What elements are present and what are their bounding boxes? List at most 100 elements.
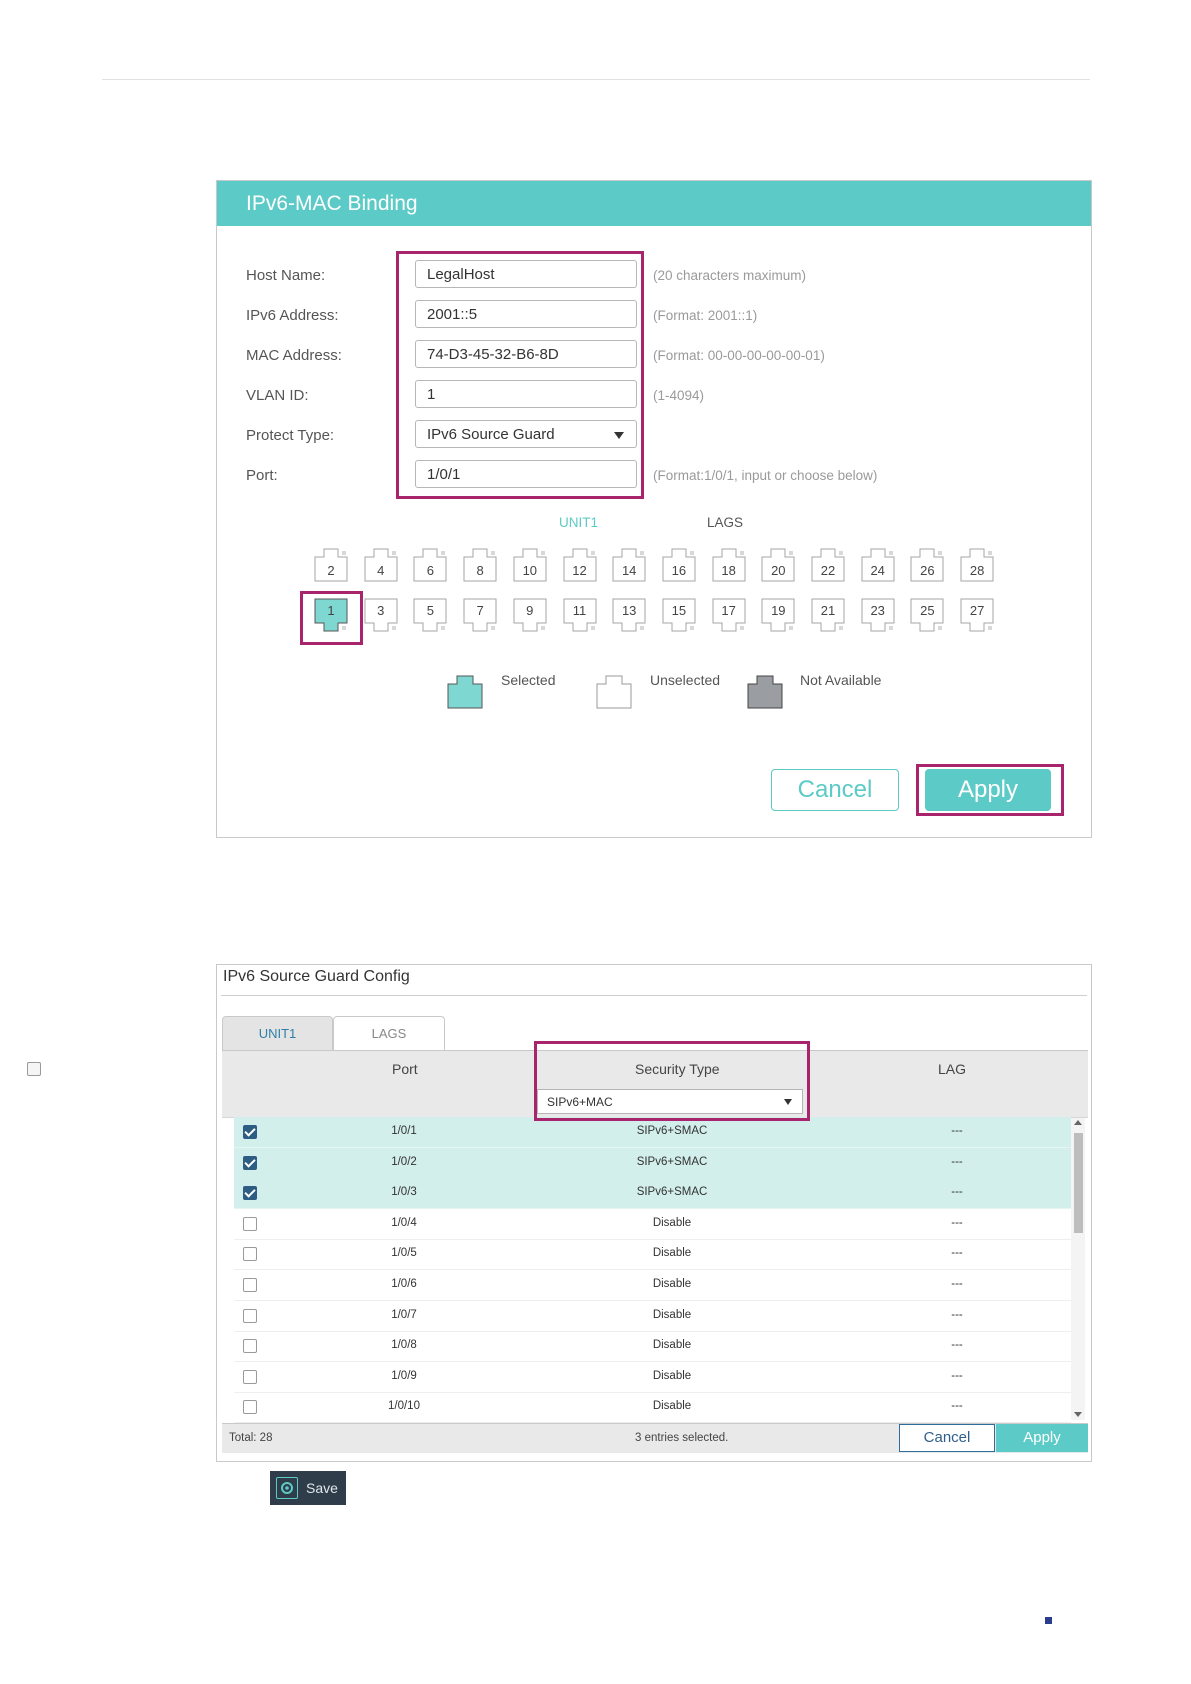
table-scrollbar[interactable] [1071, 1118, 1085, 1420]
cell-lag: --- [951, 1308, 963, 1321]
cell-port: 1/0/8 [391, 1339, 417, 1352]
tab-lags[interactable]: LAGS [707, 515, 743, 530]
unselected-port-icon [596, 675, 632, 709]
port-number: 17 [721, 603, 736, 618]
port-11[interactable]: 11 [563, 598, 597, 632]
table-row[interactable]: 1/0/2 SIPv6+SMAC --- [234, 1147, 1071, 1179]
vlan-id-hint: (1-4094) [653, 388, 705, 403]
port-14[interactable]: 14 [612, 548, 646, 582]
table-cancel-button[interactable]: Cancel [899, 1424, 995, 1452]
row-checkbox[interactable] [243, 1400, 257, 1415]
table-row[interactable]: 1/0/5 Disable --- [234, 1239, 1071, 1271]
table-row[interactable]: 1/0/6 Disable --- [234, 1270, 1071, 1301]
table-row[interactable]: 1/0/8 Disable --- [234, 1331, 1071, 1363]
row-checkbox[interactable] [243, 1278, 257, 1292]
cell-security: SIPv6+SMAC [636, 1186, 708, 1199]
tab-lags[interactable]: LAGS [333, 1016, 445, 1050]
port-row: Port: 1/0/1 (Format:1/0/1, input or choo… [217, 460, 1091, 492]
port-2[interactable]: 2 [314, 548, 348, 582]
cancel-button[interactable]: Cancel [771, 769, 899, 811]
cell-security: Disable [652, 1247, 692, 1260]
port-21[interactable]: 21 [811, 598, 845, 632]
row-checkbox[interactable] [243, 1247, 257, 1262]
port-1[interactable]: 1 [314, 598, 348, 632]
port-25[interactable]: 25 [910, 598, 944, 632]
port-number: 6 [426, 563, 434, 578]
cell-port: 1/0/7 [391, 1308, 417, 1321]
cell-lag: --- [951, 1400, 963, 1413]
port-number: 16 [671, 563, 687, 578]
port-26[interactable]: 26 [910, 548, 944, 582]
port-15[interactable]: 15 [662, 598, 696, 632]
port-number: 18 [721, 563, 736, 578]
port-3[interactable]: 3 [364, 598, 398, 632]
row-checkbox[interactable] [243, 1339, 257, 1354]
port-27[interactable]: 27 [960, 598, 994, 632]
port-number: 7 [476, 603, 484, 618]
port-7[interactable]: 7 [463, 598, 497, 632]
scroll-down-icon[interactable] [1074, 1412, 1082, 1417]
table-row[interactable]: 1/0/10 Disable --- [234, 1392, 1071, 1424]
host-name-label: Host Name: [246, 267, 326, 284]
save-button[interactable]: Save [270, 1471, 346, 1505]
port-5[interactable]: 5 [413, 598, 447, 632]
port-28[interactable]: 28 [960, 548, 994, 582]
page-marker [1045, 1617, 1052, 1624]
cell-lag: --- [951, 1125, 963, 1137]
cell-security: Disable [652, 1339, 692, 1352]
port-number: 27 [969, 603, 985, 618]
selected-port-icon [447, 675, 483, 709]
cell-lag: --- [951, 1186, 963, 1199]
select-all-checkbox[interactable] [27, 1062, 41, 1076]
scroll-up-icon[interactable] [1074, 1120, 1082, 1125]
not-available-port-icon [747, 675, 783, 709]
row-checkbox[interactable] [243, 1369, 257, 1384]
port-10[interactable]: 10 [513, 548, 547, 582]
mac-address-label: MAC Address: [246, 347, 342, 364]
row-checkbox[interactable] [243, 1308, 257, 1323]
port-4[interactable]: 4 [364, 548, 398, 582]
ipv6-address-hint: (Format: 2001::1) [653, 308, 758, 323]
port-20[interactable]: 20 [761, 548, 795, 582]
table-row[interactable]: 1/0/7 Disable --- [234, 1301, 1071, 1332]
port-19[interactable]: 19 [761, 598, 795, 632]
table-apply-button[interactable]: Apply [996, 1424, 1088, 1452]
ipv6-address-label: IPv6 Address: [246, 307, 339, 324]
port-number: 8 [476, 563, 484, 578]
tab-unit1[interactable]: UNIT1 [559, 515, 598, 530]
port-12[interactable]: 12 [563, 548, 597, 582]
port-number: 3 [377, 603, 385, 618]
input-fields-highlight [396, 251, 644, 499]
cell-port: 1/0/10 [388, 1400, 420, 1413]
row-checkbox[interactable] [243, 1216, 257, 1231]
table-row[interactable]: 1/0/1 SIPv6+SMAC --- [234, 1117, 1071, 1148]
port-number: 24 [870, 563, 885, 578]
scrollbar-thumb[interactable] [1074, 1133, 1083, 1233]
port-9[interactable]: 9 [513, 598, 547, 632]
table-row[interactable]: 1/0/9 Disable --- [234, 1362, 1071, 1393]
row-checkbox[interactable] [243, 1155, 257, 1170]
panel-title: IPv6-MAC Binding [217, 181, 1091, 226]
cell-lag: --- [951, 1155, 963, 1168]
port-17[interactable]: 17 [712, 598, 746, 632]
tab-unit1[interactable]: UNIT1 [222, 1016, 333, 1050]
port-number: 25 [920, 603, 935, 618]
port-24[interactable]: 24 [861, 548, 895, 582]
divider [221, 995, 1087, 996]
table-row[interactable]: 1/0/3 SIPv6+SMAC --- [234, 1178, 1071, 1210]
port-6[interactable]: 6 [413, 548, 447, 582]
security-type-highlight [534, 1041, 810, 1121]
port-number: 22 [820, 563, 836, 578]
row-checkbox[interactable] [243, 1186, 257, 1201]
port-number: 2 [327, 563, 335, 578]
port-8[interactable]: 8 [463, 548, 497, 582]
port-23[interactable]: 23 [861, 598, 895, 632]
table-row[interactable]: 1/0/4 Disable --- [234, 1209, 1071, 1240]
port-16[interactable]: 16 [662, 548, 696, 582]
save-label: Save [306, 1480, 338, 1496]
port-number: 26 [920, 563, 935, 578]
port-22[interactable]: 22 [811, 548, 845, 582]
port-18[interactable]: 18 [712, 548, 746, 582]
row-checkbox[interactable] [243, 1125, 257, 1139]
port-13[interactable]: 13 [612, 598, 646, 632]
